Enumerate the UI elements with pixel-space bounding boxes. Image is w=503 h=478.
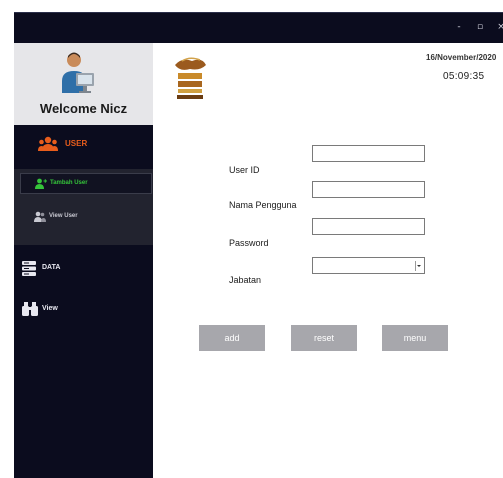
minimize-button[interactable]: - <box>452 19 466 35</box>
close-button[interactable]: × <box>494 19 503 35</box>
submenu-item-view-user-label: View User <box>49 213 78 219</box>
user-id-field[interactable] <box>312 145 425 162</box>
submenu-item-view-user[interactable]: View User <box>20 207 152 228</box>
maximize-button[interactable]: ▫ <box>473 19 487 35</box>
restaurant-logo-icon <box>175 57 206 99</box>
menu-item-user[interactable]: USER <box>14 125 153 169</box>
menu-item-data[interactable]: DATA <box>14 257 153 287</box>
database-icon <box>22 261 36 276</box>
jabatan-label: Jabatan <box>229 275 262 285</box>
user-avatar-icon <box>62 52 94 93</box>
profile-panel: Welcome Nicz <box>14 43 153 125</box>
app-window: - ▫ × Welcome Nicz <box>14 12 503 478</box>
nama-pengguna-field[interactable] <box>312 181 425 198</box>
users-icon <box>34 211 46 222</box>
password-field[interactable] <box>312 218 425 235</box>
reset-button[interactable]: reset <box>291 325 357 351</box>
user-submenu: Tambah User View User <box>14 169 153 245</box>
jabatan-select[interactable] <box>312 257 425 274</box>
submenu-item-tambah-user[interactable]: Tambah User <box>20 173 152 194</box>
menu-item-data-label: DATA <box>42 264 61 271</box>
current-time: 05:09:35 <box>443 71 485 82</box>
nama-pengguna-label: Nama Pengguna <box>229 200 297 210</box>
user-id-label: User ID <box>229 165 260 175</box>
menu-item-view[interactable]: View <box>14 297 153 327</box>
menu-item-user-label: USER <box>65 139 88 148</box>
menu-button[interactable]: menu <box>382 325 448 351</box>
submenu-item-tambah-user-label: Tambah User <box>50 180 88 186</box>
current-date: 16/November/2020 <box>426 53 497 62</box>
sidebar: Welcome Nicz USER Tambah User View User … <box>14 43 153 478</box>
password-label: Password <box>229 238 269 248</box>
chevron-down-icon[interactable] <box>415 261 421 271</box>
add-button[interactable]: add <box>199 325 265 351</box>
binoculars-icon <box>22 302 38 316</box>
menu-item-view-label: View <box>42 305 58 312</box>
add-user-icon <box>35 178 47 189</box>
users-icon <box>38 136 58 151</box>
welcome-text: Welcome Nicz <box>39 101 128 116</box>
title-bar: - ▫ × <box>14 13 503 43</box>
